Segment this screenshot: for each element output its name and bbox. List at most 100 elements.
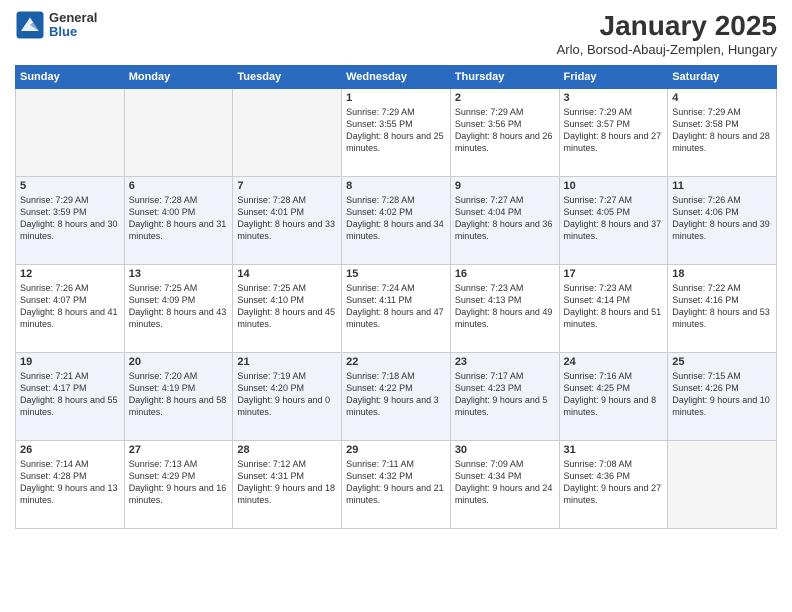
calendar-cell: 29 Sunrise: 7:11 AMSunset: 4:32 PMDayligh… [342,441,451,529]
calendar-cell: 24 Sunrise: 7:16 AMSunset: 4:25 PMDayligh… [559,353,668,441]
cell-info: Sunrise: 7:12 AMSunset: 4:31 PMDaylight:… [237,458,337,507]
cell-info: Sunrise: 7:09 AMSunset: 4:34 PMDaylight:… [455,458,555,507]
cell-info: Sunrise: 7:29 AMSunset: 3:59 PMDaylight:… [20,194,120,243]
column-header-tuesday: Tuesday [233,66,342,89]
cell-info: Sunrise: 7:26 AMSunset: 4:07 PMDaylight:… [20,282,120,331]
cell-info: Sunrise: 7:27 AMSunset: 4:05 PMDaylight:… [564,194,664,243]
cell-date: 28 [237,444,337,456]
calendar-cell: 26 Sunrise: 7:14 AMSunset: 4:28 PMDayligh… [16,441,125,529]
calendar-cell: 14 Sunrise: 7:25 AMSunset: 4:10 PMDayligh… [233,265,342,353]
logo: General Blue [15,10,97,40]
logo-icon [15,10,45,40]
cell-date: 2 [455,92,555,104]
cell-date: 30 [455,444,555,456]
cell-info: Sunrise: 7:20 AMSunset: 4:19 PMDaylight:… [129,370,229,419]
cell-date: 27 [129,444,229,456]
cell-date: 22 [346,356,446,368]
cell-date: 18 [672,268,772,280]
cell-info: Sunrise: 7:29 AMSunset: 3:55 PMDaylight:… [346,106,446,155]
cell-date: 16 [455,268,555,280]
cell-date: 29 [346,444,446,456]
cell-date: 19 [20,356,120,368]
cell-date: 23 [455,356,555,368]
calendar-row-5: 26 Sunrise: 7:14 AMSunset: 4:28 PMDayligh… [16,441,777,529]
cell-info: Sunrise: 7:11 AMSunset: 4:32 PMDaylight:… [346,458,446,507]
calendar-cell: 12 Sunrise: 7:26 AMSunset: 4:07 PMDayligh… [16,265,125,353]
calendar-cell: 1 Sunrise: 7:29 AMSunset: 3:55 PMDaylight… [342,89,451,177]
main-title: January 2025 [557,10,777,42]
cell-info: Sunrise: 7:22 AMSunset: 4:16 PMDaylight:… [672,282,772,331]
cell-date: 9 [455,180,555,192]
calendar-cell: 15Sunrise: 7:24 AMSunset: 4:11 PMDayligh… [342,265,451,353]
cell-date: 20 [129,356,229,368]
cell-date: 7 [237,180,337,192]
calendar-cell: 11 Sunrise: 7:26 AMSunset: 4:06 PMDayligh… [668,177,777,265]
cell-info: Sunrise: 7:13 AMSunset: 4:29 PMDaylight:… [129,458,229,507]
cell-date: 21 [237,356,337,368]
logo-text: General Blue [49,11,97,40]
calendar-cell [124,89,233,177]
calendar-cell: 3Sunrise: 7:29 AMSunset: 3:57 PMDaylight… [559,89,668,177]
cell-info: Sunrise: 7:21 AMSunset: 4:17 PMDaylight:… [20,370,120,419]
calendar-cell: 28 Sunrise: 7:12 AMSunset: 4:31 PMDayligh… [233,441,342,529]
calendar-row-1: 1 Sunrise: 7:29 AMSunset: 3:55 PMDaylight… [16,89,777,177]
cell-info: Sunrise: 7:23 AMSunset: 4:13 PMDaylight:… [455,282,555,331]
calendar-row-3: 12 Sunrise: 7:26 AMSunset: 4:07 PMDayligh… [16,265,777,353]
calendar-cell: 17Sunrise: 7:23 AMSunset: 4:14 PMDayligh… [559,265,668,353]
cell-info: Sunrise: 7:29 AMSunset: 3:56 PMDaylight:… [455,106,555,155]
cell-date: 26 [20,444,120,456]
cell-info: Sunrise: 7:16 AMSunset: 4:25 PMDaylight:… [564,370,664,419]
calendar-cell: 6Sunrise: 7:28 AMSunset: 4:00 PMDaylight… [124,177,233,265]
calendar-cell: 21 Sunrise: 7:19 AMSunset: 4:20 PMDayligh… [233,353,342,441]
cell-info: Sunrise: 7:26 AMSunset: 4:06 PMDaylight:… [672,194,772,243]
cell-info: Sunrise: 7:28 AMSunset: 4:01 PMDaylight:… [237,194,337,243]
logo-blue: Blue [49,25,97,39]
subtitle: Arlo, Borsod-Abauj-Zemplen, Hungary [557,42,777,57]
calendar-cell: 4 Sunrise: 7:29 AMSunset: 3:58 PMDaylight… [668,89,777,177]
calendar-cell: 9Sunrise: 7:27 AMSunset: 4:04 PMDaylight… [450,177,559,265]
cell-date: 15 [346,268,446,280]
calendar-cell [233,89,342,177]
column-header-sunday: Sunday [16,66,125,89]
cell-date: 13 [129,268,229,280]
cell-info: Sunrise: 7:17 AMSunset: 4:23 PMDaylight:… [455,370,555,419]
cell-info: Sunrise: 7:25 AMSunset: 4:10 PMDaylight:… [237,282,337,331]
cell-date: 17 [564,268,664,280]
calendar-cell: 30 Sunrise: 7:09 AMSunset: 4:34 PMDayligh… [450,441,559,529]
cell-date: 1 [346,92,446,104]
calendar-cell: 2 Sunrise: 7:29 AMSunset: 3:56 PMDaylight… [450,89,559,177]
calendar-row-2: 5Sunrise: 7:29 AMSunset: 3:59 PMDaylight… [16,177,777,265]
calendar-cell: 25Sunrise: 7:15 AMSunset: 4:26 PMDayligh… [668,353,777,441]
cell-info: Sunrise: 7:29 AMSunset: 3:57 PMDaylight:… [564,106,664,155]
calendar-cell: 5Sunrise: 7:29 AMSunset: 3:59 PMDaylight… [16,177,125,265]
cell-date: 11 [672,180,772,192]
cell-info: Sunrise: 7:19 AMSunset: 4:20 PMDaylight:… [237,370,337,419]
cell-info: Sunrise: 7:29 AMSunset: 3:58 PMDaylight:… [672,106,772,155]
column-header-wednesday: Wednesday [342,66,451,89]
calendar-cell: 31 Sunrise: 7:08 AMSunset: 4:36 PMDayligh… [559,441,668,529]
cell-info: Sunrise: 7:18 AMSunset: 4:22 PMDaylight:… [346,370,446,419]
calendar-cell: 16 Sunrise: 7:23 AMSunset: 4:13 PMDayligh… [450,265,559,353]
calendar-cell: 20 Sunrise: 7:20 AMSunset: 4:19 PMDayligh… [124,353,233,441]
cell-date: 14 [237,268,337,280]
calendar-cell: 10 Sunrise: 7:27 AMSunset: 4:05 PMDayligh… [559,177,668,265]
cell-date: 10 [564,180,664,192]
cell-info: Sunrise: 7:08 AMSunset: 4:36 PMDaylight:… [564,458,664,507]
column-header-friday: Friday [559,66,668,89]
cell-date: 4 [672,92,772,104]
calendar-cell: 23 Sunrise: 7:17 AMSunset: 4:23 PMDayligh… [450,353,559,441]
column-header-monday: Monday [124,66,233,89]
cell-date: 31 [564,444,664,456]
calendar-row-4: 19 Sunrise: 7:21 AMSunset: 4:17 PMDayligh… [16,353,777,441]
column-header-saturday: Saturday [668,66,777,89]
column-header-thursday: Thursday [450,66,559,89]
logo-general: General [49,11,97,25]
calendar-cell [668,441,777,529]
calendar-cell: 19 Sunrise: 7:21 AMSunset: 4:17 PMDayligh… [16,353,125,441]
cell-info: Sunrise: 7:25 AMSunset: 4:09 PMDaylight:… [129,282,229,331]
cell-date: 6 [129,180,229,192]
cell-date: 12 [20,268,120,280]
cell-info: Sunrise: 7:14 AMSunset: 4:28 PMDaylight:… [20,458,120,507]
header: General Blue January 2025 Arlo, Borsod-A… [15,10,777,57]
cell-date: 24 [564,356,664,368]
